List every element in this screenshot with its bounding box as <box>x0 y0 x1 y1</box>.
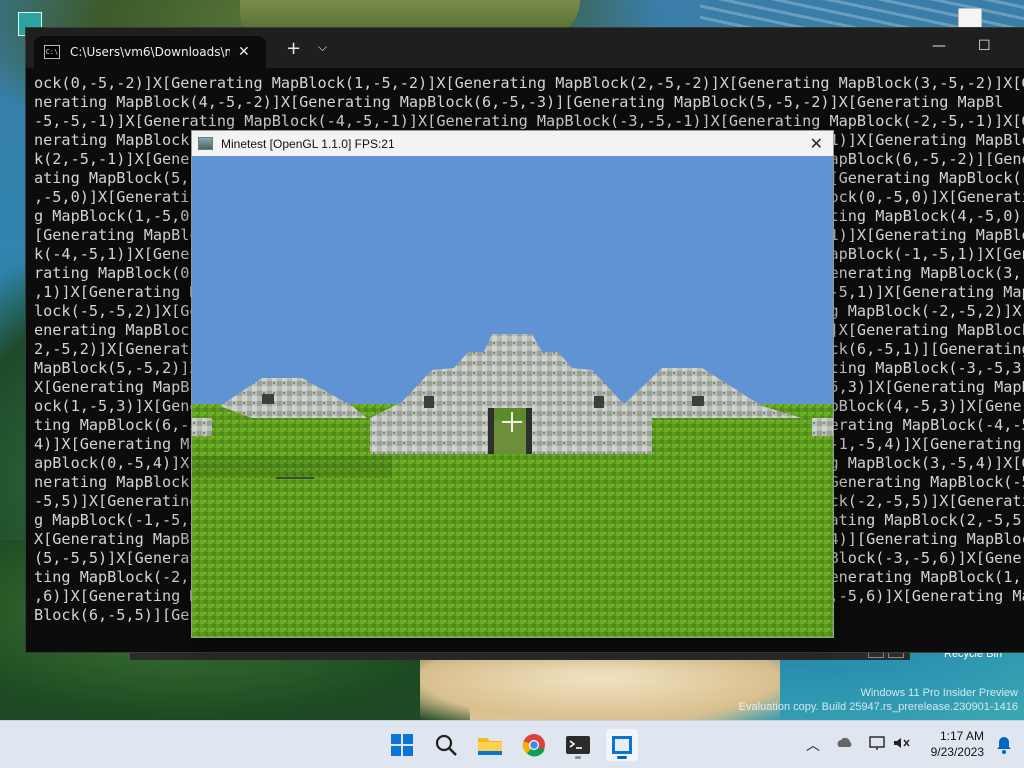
game-scene <box>192 156 833 637</box>
terminal-tab-title: C:\Users\vm6\Downloads\mir <box>70 45 230 59</box>
onedrive-icon[interactable] <box>836 735 854 751</box>
windows-watermark: Windows 11 Pro Insider Preview Evaluatio… <box>739 686 1018 714</box>
close-tab-button[interactable]: ✕ <box>238 44 250 60</box>
minetest-window-title: Minetest [OpenGL 1.1.0] FPS:21 <box>221 136 395 151</box>
minetest-titlebar[interactable]: Minetest [OpenGL 1.1.0] FPS:21 ✕ <box>192 131 833 156</box>
file-explorer-button[interactable] <box>474 729 506 761</box>
terminal-taskbar-button[interactable] <box>562 729 594 761</box>
minetest-taskbar-button[interactable] <box>606 729 638 761</box>
new-tab-button[interactable]: + <box>286 38 301 59</box>
cmd-icon: C:\ <box>44 45 60 59</box>
terminal-line: nerating MapBlock(4,-5,-2)]X[Generating … <box>34 93 1004 111</box>
watermark-build: Evaluation copy. Build 25947.rs_prerelea… <box>738 701 1018 713</box>
file-explorer-icon <box>478 738 502 755</box>
crosshair-icon <box>502 412 522 432</box>
maximize-button[interactable]: ☐ <box>978 38 991 54</box>
system-clock[interactable]: 1:17 AM 9/23/2023 <box>931 728 984 760</box>
grass-shadow <box>192 456 392 478</box>
minetest-window[interactable]: Minetest [OpenGL 1.1.0] FPS:21 ✕ <box>191 130 834 638</box>
tab-dropdown-button[interactable]: ⌵ <box>318 40 327 55</box>
terminal-tab[interactable]: C:\ C:\Users\vm6\Downloads\mir ✕ <box>34 36 266 68</box>
search-button[interactable] <box>430 729 462 761</box>
tray-overflow-button[interactable]: ︿ <box>806 735 820 755</box>
taskbar: ︿ 1:17 AM 9/23/2023 <box>0 720 1024 768</box>
clock-date: 9/23/2023 <box>930 745 984 759</box>
running-indicator <box>575 756 581 759</box>
wallpaper-beach <box>420 660 780 720</box>
minetest-app-icon <box>198 137 213 150</box>
terminal-titlebar[interactable]: C:\ C:\Users\vm6\Downloads\mir ✕ + ⌵ — ☐ <box>26 28 1024 68</box>
terminal-line: ock(0,-5,-2)]X[Generating MapBlock(1,-5,… <box>34 74 1024 92</box>
start-button[interactable] <box>386 729 418 761</box>
search-icon <box>435 734 457 756</box>
terminal-line: -5,-5,-1)]X[Generating MapBlock(-4,-5,-1… <box>34 112 1024 130</box>
clock-time: 1:17 AM <box>939 729 984 743</box>
start-icon <box>391 734 413 756</box>
watermark-edition: Windows 11 Pro Insider Preview <box>860 687 1018 699</box>
network-icon[interactable] <box>868 735 886 751</box>
notification-bell-icon[interactable] <box>994 735 1014 755</box>
volume-muted-icon[interactable] <box>892 735 910 751</box>
chrome-icon <box>522 734 545 757</box>
active-indicator <box>617 756 627 759</box>
minetest-close-button[interactable]: ✕ <box>810 134 823 153</box>
game-viewport[interactable] <box>192 156 833 637</box>
chrome-button[interactable] <box>518 729 550 761</box>
minimize-button[interactable]: — <box>932 38 946 54</box>
